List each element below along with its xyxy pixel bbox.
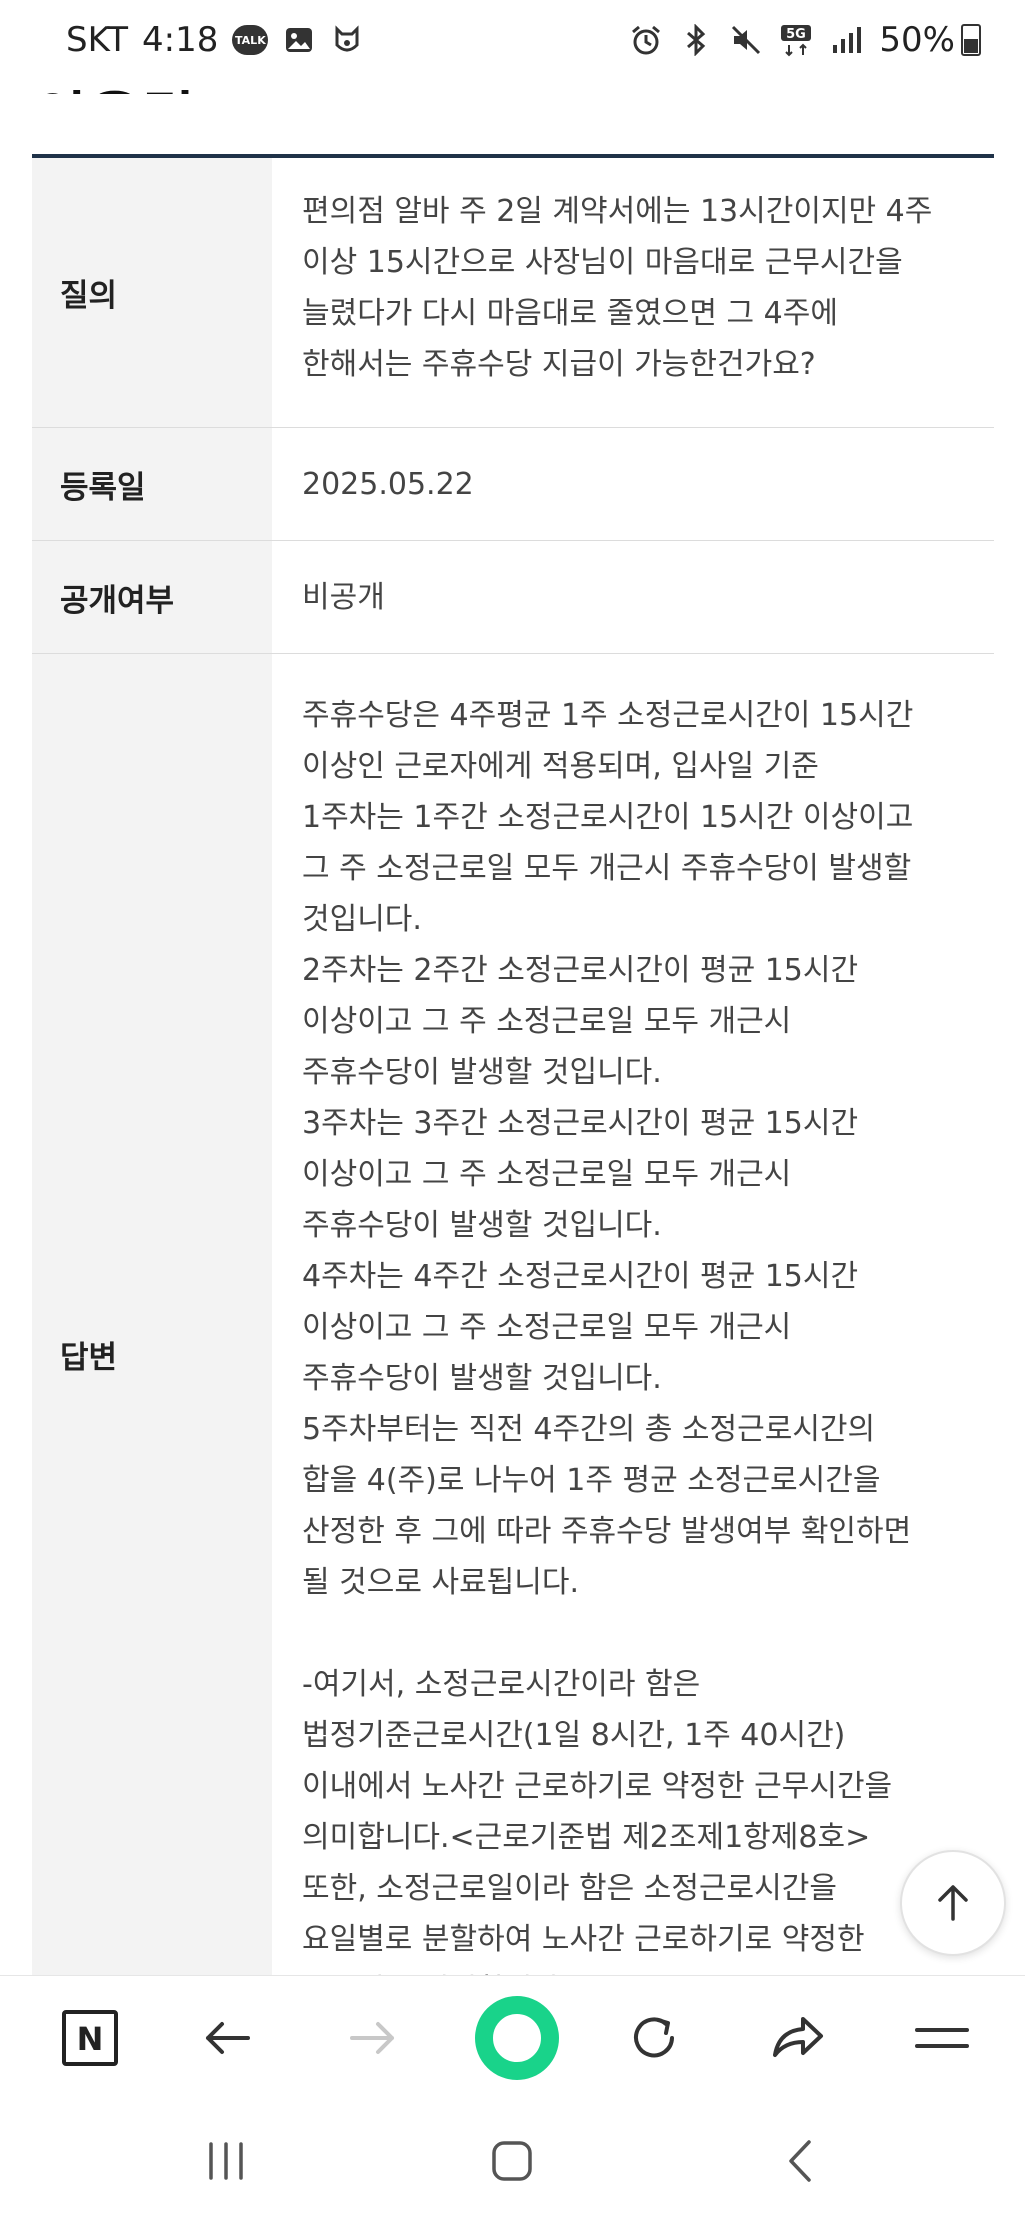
table-row-public: 공개여부 비공개 (32, 541, 994, 654)
answer-line: 5주차부터는 직전 4주간의 총 소정근로시간의 (302, 1412, 876, 1447)
security-icon (330, 23, 364, 57)
answer-line: 이상인 근로자에게 적용되며, 입사일 기준 (302, 749, 819, 784)
battery: 50% (879, 20, 981, 60)
public-label: 공개여부 (32, 541, 272, 653)
answer-line: -여기서, 소정근로시간이라 함은 (302, 1667, 701, 1702)
status-right: 5G 50% (629, 20, 981, 60)
home-button[interactable] (482, 2131, 542, 2191)
system-back-button[interactable] (772, 2131, 832, 2191)
arrow-right-icon (350, 2022, 394, 2054)
signal-icon (829, 23, 863, 57)
kakaotalk-icon: TALK (232, 25, 269, 55)
system-navigation-bar (0, 2099, 1025, 2221)
answer-line: 의미합니다.<근로기준법 제2조제1항제8호> (302, 1820, 871, 1855)
green-dot-button[interactable] (473, 1994, 561, 2082)
answer-line: 이상이고 그 주 소정근로일 모두 개근시 (302, 1310, 792, 1345)
answer-content: 주휴수당은 4주평균 1주 소정근로시간이 15시간이상인 근로자에게 적용되며… (272, 654, 994, 2054)
svg-text:N: N (77, 2020, 104, 2058)
answer-line: 것입니다. (302, 902, 422, 937)
table-row-question: 질의 편의점 알바 주 2일 계약서에는 13시간이지만 4주 이상 15시간으… (32, 158, 994, 428)
table-row-answer: 답변 주휴수당은 4주평균 1주 소정근로시간이 15시간이상인 근로자에게 적… (32, 654, 994, 2055)
share-button[interactable] (760, 2000, 836, 2076)
question-line: 늘렸다가 다시 마음대로 줄였으면 그 4주에 (302, 296, 838, 331)
answer-line: 법정기준근로시간(1일 8시간, 1주 40시간) (302, 1718, 846, 1753)
svg-text:5G: 5G (787, 27, 807, 42)
mute-icon (729, 23, 763, 57)
status-left: SKT 4:18 TALK (66, 20, 364, 60)
answer-line: 이상이고 그 주 소정근로일 모두 개근시 (302, 1157, 792, 1192)
recent-apps-icon (209, 2142, 243, 2180)
answer-line: 또한, 소정근로일이라 함은 소정근로시간을 (302, 1871, 837, 1906)
naver-home-button[interactable]: N (52, 2000, 128, 2076)
answer-line: 2주차는 2주간 소정근로시간이 평균 15시간 (302, 953, 859, 988)
browser-toolbar: N (0, 1975, 1025, 2100)
arrow-left-icon (206, 2022, 250, 2054)
answer-line: 주휴수당은 4주평균 1주 소정근로시간이 15시간 (302, 698, 914, 733)
answer-line: 이상이고 그 주 소정근로일 모두 개근시 (302, 1004, 792, 1039)
arrow-up-icon (938, 1885, 968, 1921)
refresh-icon (634, 2017, 674, 2058)
qa-table: 질의 편의점 알바 주 2일 계약서에는 13시간이지만 4주 이상 15시간으… (32, 154, 994, 2055)
answer-line: 산정한 후 그에 따라 주휴수당 발생여부 확인하면 (302, 1514, 912, 1549)
scroll-top-button[interactable] (900, 1850, 1006, 1956)
network-5g-icon: 5G (779, 23, 813, 57)
battery-icon (961, 24, 981, 56)
answer-line (302, 1608, 964, 1659)
question-label: 질의 (32, 158, 272, 427)
answer-line: 4주차는 4주간 소정근로시간이 평균 15시간 (302, 1259, 859, 1294)
question-line: 한해서는 주휴수당 지급이 가능한건가요? (302, 347, 816, 382)
recent-apps-button[interactable] (196, 2131, 256, 2191)
status-bar: SKT 4:18 TALK 5G 50% (0, 0, 1025, 90)
answer-label: 답변 (32, 654, 272, 2054)
chevron-left-icon (789, 2140, 811, 2182)
naver-home-icon: N (62, 2010, 118, 2066)
bluetooth-icon (679, 23, 713, 57)
clock: 4:18 (142, 20, 219, 60)
menu-button[interactable] (904, 2000, 980, 2076)
public-value: 비공개 (302, 579, 385, 615)
answer-line: 이내에서 노사간 근로하기로 약정한 근무시간을 (302, 1769, 893, 1804)
answer-line: 그 주 소정근로일 모두 개근시 주휴수당이 발생할 (302, 851, 912, 886)
answer-line: 1주차는 1주간 소정근로시간이 15시간 이상이고 (302, 800, 914, 835)
home-icon (492, 2141, 532, 2181)
back-button[interactable] (190, 2000, 266, 2076)
reg-date-label: 등록일 (32, 428, 272, 540)
carrier-label: SKT (66, 20, 129, 60)
question-line: 편의점 알바 주 2일 계약서에는 13시간이지만 4주 (302, 194, 933, 229)
question-content: 편의점 알바 주 2일 계약서에는 13시간이지만 4주 이상 15시간으로 사… (272, 158, 994, 427)
answer-line: 주휴수당이 발생할 것입니다. (302, 1208, 662, 1243)
gallery-icon (282, 23, 316, 57)
answer-line: 주휴수당이 발생할 것입니다. (302, 1055, 662, 1090)
answer-line: 주휴수당이 발생할 것입니다. (302, 1361, 662, 1396)
green-dot-icon (475, 1996, 559, 2080)
answer-line: 될 것으로 사료됩니다. (302, 1565, 580, 1600)
alarm-icon (629, 23, 663, 57)
answer-line: 합을 4(주)로 나누어 1주 평균 소정근로시간을 (302, 1463, 881, 1498)
question-line: 이상 15시간으로 사장님이 마음대로 근무시간을 (302, 245, 903, 280)
reg-date-value: 2025.05.22 (302, 466, 474, 502)
answer-line: 요일별로 분할하여 노사간 근로하기로 약정한 (302, 1922, 865, 1957)
battery-percent: 50% (879, 20, 955, 60)
refresh-button[interactable] (616, 2000, 692, 2076)
forward-button[interactable] (334, 2000, 410, 2076)
hamburger-menu-icon (915, 2028, 969, 2048)
table-row-reg-date: 등록일 2025.05.22 (32, 428, 994, 541)
answer-line: 3주차는 3주간 소정근로시간이 평균 15시간 (302, 1106, 859, 1141)
share-icon (773, 2017, 823, 2057)
